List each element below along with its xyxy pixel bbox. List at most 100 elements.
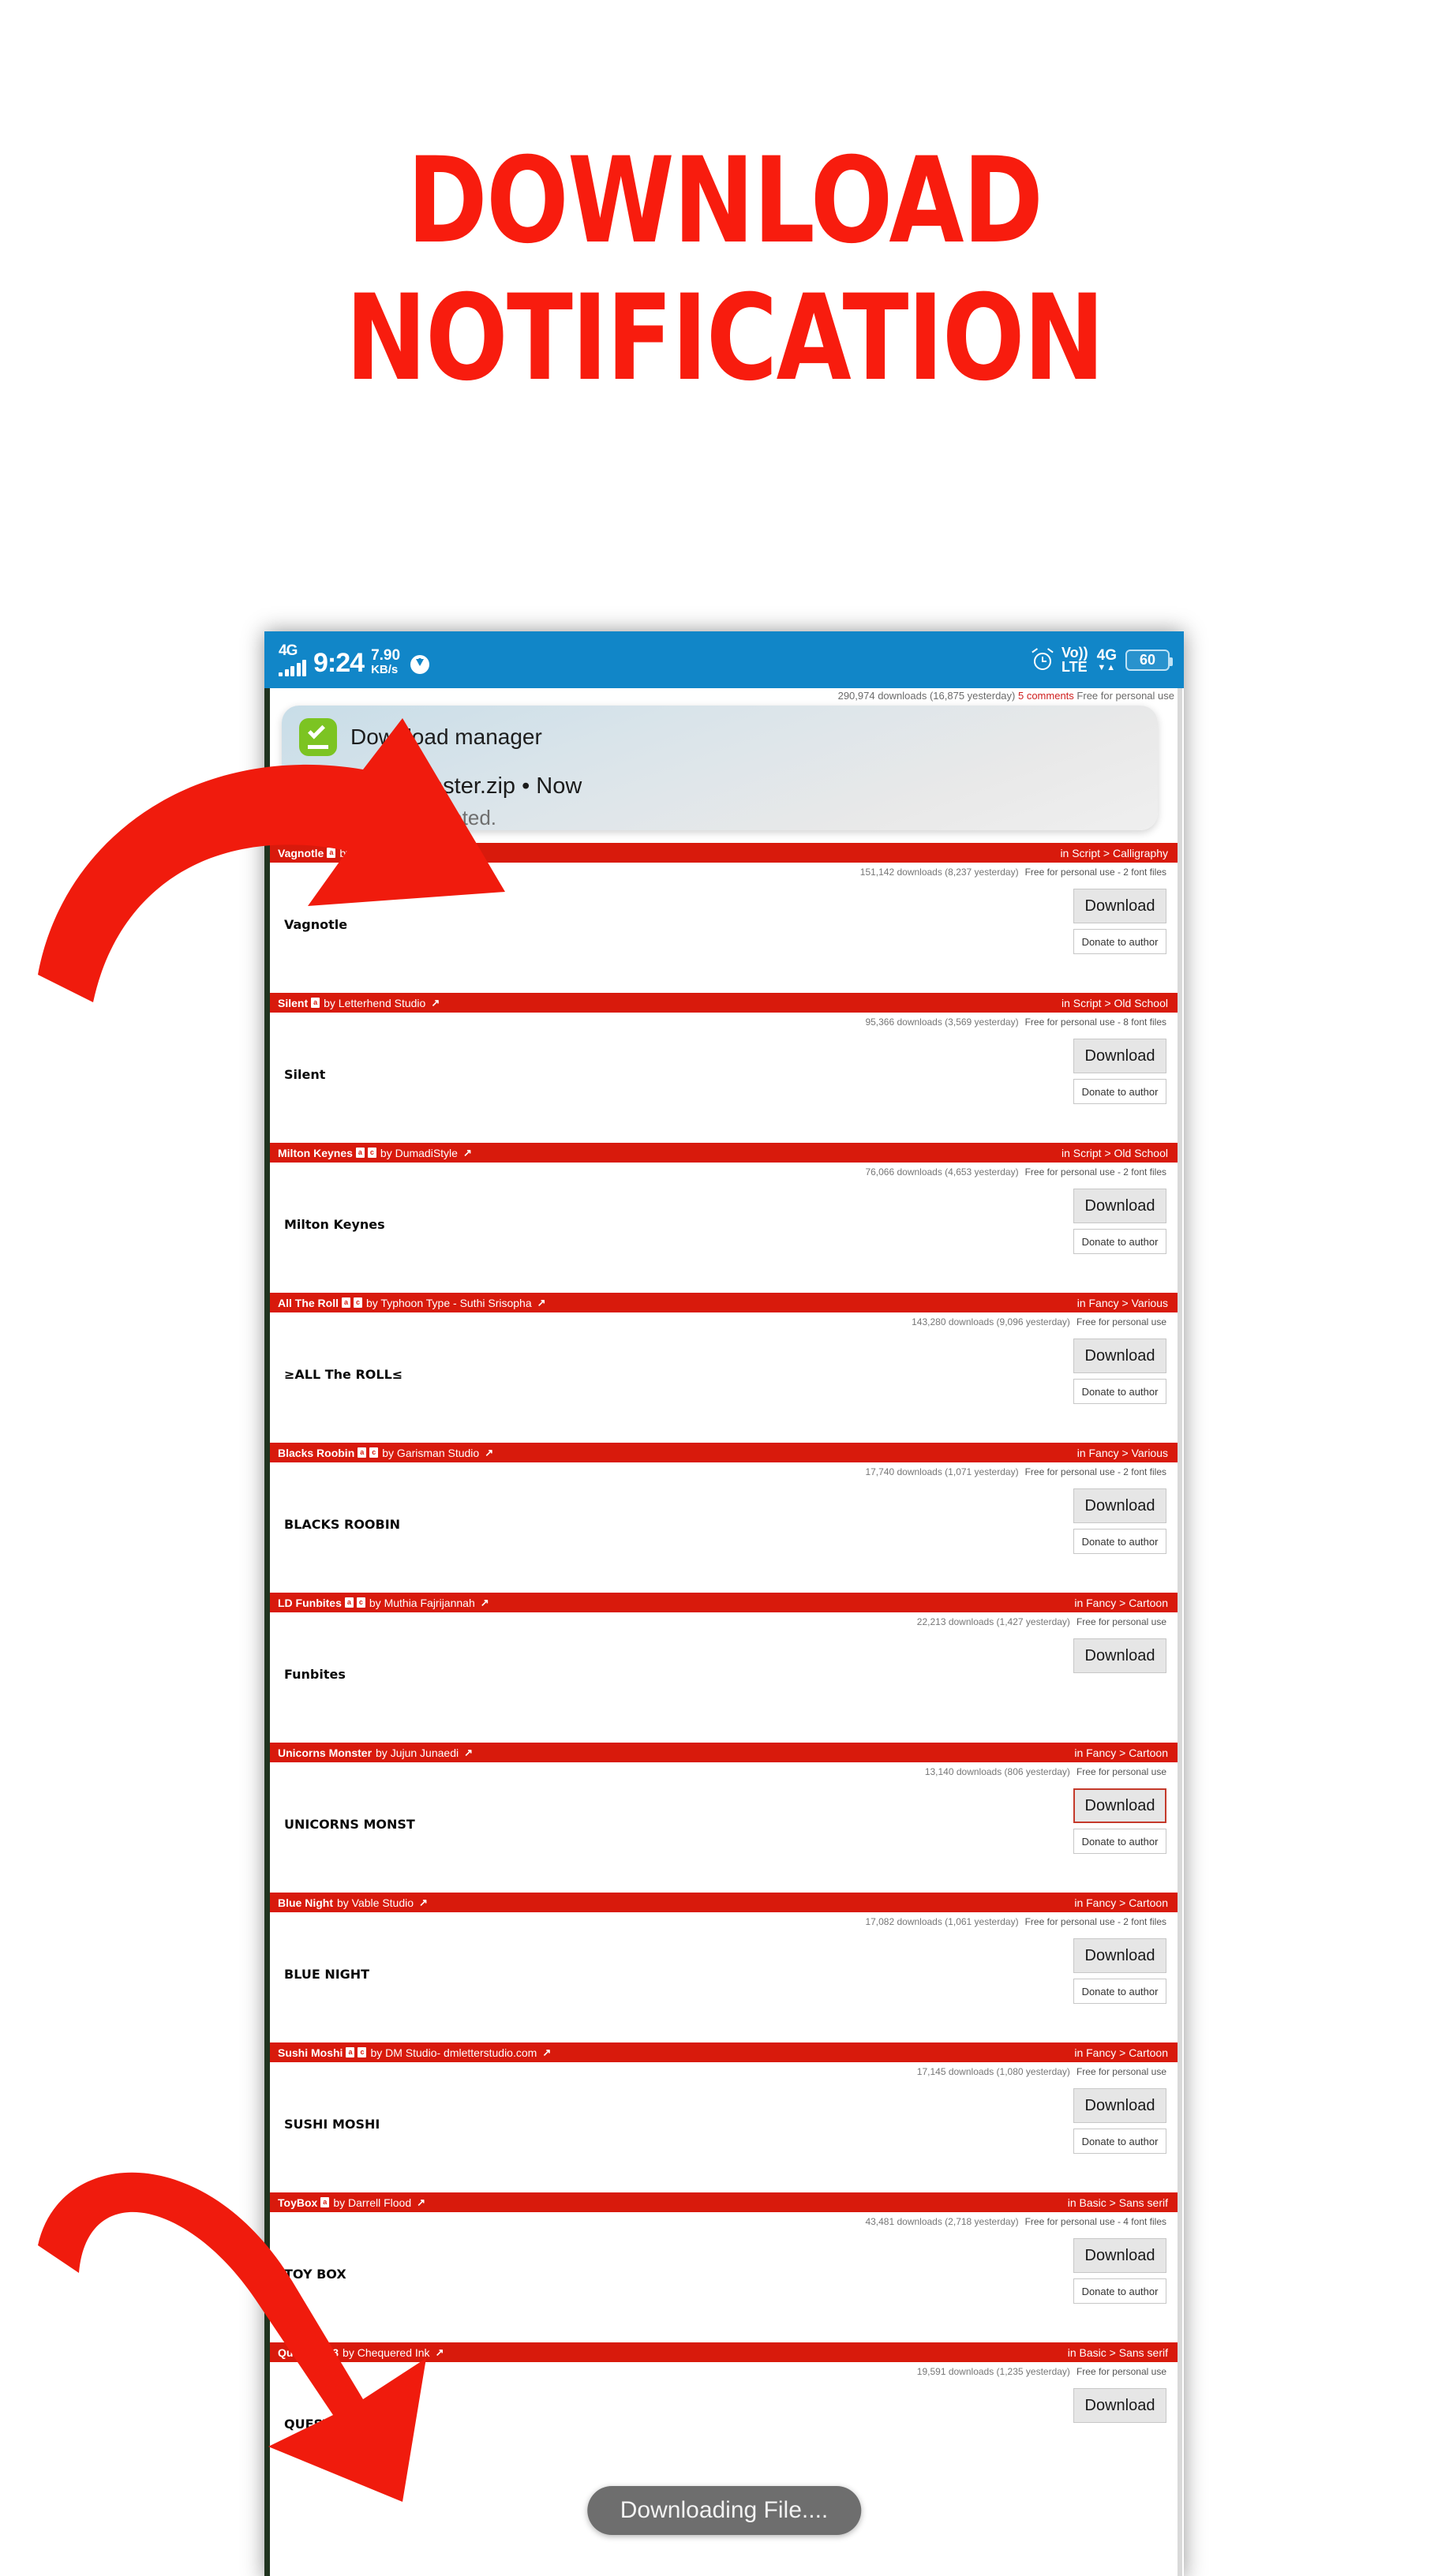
download-button[interactable]: Download (1073, 1039, 1166, 1073)
font-name[interactable]: LD Funbites (278, 1597, 342, 1609)
external-link-icon[interactable]: ↗ (457, 847, 466, 859)
browser-viewport: 290,974 downloads (16,875 yesterday) 5 c… (264, 688, 1184, 2576)
font-author[interactable]: by DM Studio- dmletterstudio.com (370, 2046, 537, 2059)
download-button[interactable]: Download (1073, 2088, 1166, 2123)
font-category[interactable]: in Basic > Sans serif (1068, 2346, 1168, 2359)
font-category[interactable]: in Basic > Sans serif (1068, 2196, 1168, 2209)
donate-to-author-button[interactable]: Donate to author (1073, 1829, 1166, 1854)
download-button[interactable]: Download (1073, 1938, 1166, 1973)
font-title-bar[interactable]: Sushi Moshi a c by DM Studio- dmletterstudi… (270, 2042, 1178, 2062)
font-list-item[interactable]: LD Funbites a c by Muthia Fajrijannah ↗ in Fa… (270, 1593, 1178, 1743)
external-link-icon[interactable]: ↗ (463, 1147, 472, 1159)
donate-to-author-button[interactable]: Donate to author (1073, 1379, 1166, 1404)
font-title-bar[interactable]: All The Roll a c by Typhoon Type - Suthi Sr… (270, 1293, 1178, 1312)
network-speed-value: 7.90 (371, 647, 401, 665)
external-link-icon[interactable]: ↗ (481, 1597, 489, 1609)
font-title-bar[interactable]: Questrian 3 by Chequered Ink ↗ in Basic > S… (270, 2342, 1178, 2362)
font-list-item[interactable]: Milton Keynes a c by DumadiStyle ↗ in Script … (270, 1143, 1178, 1293)
donate-to-author-button[interactable]: Donate to author (1073, 929, 1166, 954)
font-title-bar[interactable]: Vagnotle a by StringLabs Creative ↗ in Scrip… (270, 843, 1178, 863)
font-category[interactable]: in Script > Calligraphy (1060, 847, 1168, 859)
top-font-comments[interactable]: 5 comments (1018, 690, 1074, 702)
font-title-bar[interactable]: LD Funbites a c by Muthia Fajrijannah ↗ in Fa… (270, 1593, 1178, 1612)
font-author[interactable]: by Muthia Fajrijannah (369, 1597, 475, 1609)
font-sample-text: Milton Keynes (284, 1216, 385, 1232)
font-category[interactable]: in Fancy > Cartoon (1074, 1597, 1168, 1609)
font-title-bar[interactable]: Milton Keynes a c by DumadiStyle ↗ in Script … (270, 1143, 1178, 1163)
download-button[interactable]: Download (1073, 1638, 1166, 1673)
download-button[interactable]: Download (1073, 1189, 1166, 1223)
font-name[interactable]: Vagnotle (278, 847, 324, 859)
font-author[interactable]: by Jujun Junaedi (376, 1747, 459, 1759)
donate-to-author-button[interactable]: Donate to author (1073, 1079, 1166, 1104)
font-author[interactable]: by Darrell Flood (333, 2196, 411, 2209)
font-category[interactable]: in Fancy > Various (1077, 1447, 1168, 1459)
font-name[interactable]: Milton Keynes (278, 1147, 353, 1159)
font-author[interactable]: by DumadiStyle (380, 1147, 458, 1159)
external-link-icon[interactable]: ↗ (485, 1447, 493, 1459)
external-link-icon[interactable]: ↗ (537, 1297, 546, 1309)
font-title-bar[interactable]: Blue Night by Vable Studio ↗ in Fancy > Car… (270, 1893, 1178, 1912)
font-name[interactable]: All The Roll (278, 1297, 339, 1309)
font-name[interactable]: Unicorns Monster (278, 1747, 372, 1759)
font-list-item[interactable]: Blacks Roobin a c by Garisman Studio ↗ in Fan… (270, 1443, 1178, 1593)
download-notification[interactable]: Download manager unicorns_monster.zip • … (282, 706, 1158, 830)
external-link-icon[interactable]: ↗ (417, 2196, 425, 2209)
font-actions: Download Donate to author (1073, 1488, 1166, 1554)
font-name[interactable]: Sushi Moshi (278, 2046, 343, 2059)
font-sample-text: QUESTRIAN 3 (284, 2416, 380, 2432)
font-category[interactable]: in Fancy > Cartoon (1074, 2046, 1168, 2059)
font-list-item[interactable]: Blue Night by Vable Studio ↗ in Fancy > Car… (270, 1893, 1178, 2042)
donate-to-author-button[interactable]: Donate to author (1073, 2129, 1166, 2154)
page-scrollbar[interactable] (1178, 688, 1182, 2576)
font-name[interactable]: ToyBox (278, 2196, 317, 2209)
font-list-item[interactable]: Vagnotle a by StringLabs Creative ↗ in Scrip… (270, 843, 1178, 993)
font-category[interactable]: in Fancy > Cartoon (1074, 1896, 1168, 1909)
donate-to-author-button[interactable]: Donate to author (1073, 2278, 1166, 2304)
donate-to-author-button[interactable]: Donate to author (1073, 1529, 1166, 1554)
font-author[interactable]: by Letterhend Studio (324, 997, 425, 1009)
font-title-bar[interactable]: ToyBox a by Darrell Flood ↗ in Basic > Sans … (270, 2192, 1178, 2212)
external-link-icon[interactable]: ↗ (419, 1896, 428, 1909)
font-name[interactable]: Silent (278, 997, 308, 1009)
donate-to-author-button[interactable]: Donate to author (1073, 1979, 1166, 2004)
font-list-item[interactable]: Questrian 3 by Chequered Ink ↗ in Basic > S… (270, 2342, 1178, 2492)
download-button[interactable]: Download (1073, 1339, 1166, 1373)
font-list-item[interactable]: Sushi Moshi a c by DM Studio- dmletterstudi… (270, 2042, 1178, 2192)
font-category[interactable]: in Script > Old School (1061, 1147, 1168, 1159)
font-category[interactable]: in Fancy > Cartoon (1074, 1747, 1168, 1759)
external-link-icon[interactable]: ↗ (436, 2346, 444, 2359)
font-author[interactable]: by Typhoon Type - Suthi Srisopha (366, 1297, 532, 1309)
font-category[interactable]: in Script > Old School (1061, 997, 1168, 1009)
font-badge: c (354, 1297, 362, 1308)
font-author[interactable]: by Chequered Ink (343, 2346, 430, 2359)
font-title-bar[interactable]: Unicorns Monster by Jujun Junaedi ↗ in Fanc… (270, 1743, 1178, 1762)
font-list-item[interactable]: All The Roll a c by Typhoon Type - Suthi Sr… (270, 1293, 1178, 1443)
mobile-data-type: 4G (1096, 646, 1117, 664)
font-author[interactable]: by Garisman Studio (382, 1447, 479, 1459)
font-author[interactable]: by Vable Studio (337, 1896, 414, 1909)
download-button[interactable]: Download (1073, 2238, 1166, 2273)
donate-to-author-button[interactable]: Donate to author (1073, 1229, 1166, 1254)
external-link-icon[interactable]: ↗ (431, 997, 440, 1009)
font-author[interactable]: by StringLabs Creative (339, 847, 451, 859)
font-list-item[interactable]: Unicorns Monster by Jujun Junaedi ↗ in Fanc… (270, 1743, 1178, 1893)
download-button[interactable]: Download (1073, 1788, 1166, 1823)
download-button[interactable]: Download (1073, 2388, 1166, 2423)
font-name[interactable]: Blacks Roobin (278, 1447, 354, 1459)
battery-icon: 60 (1125, 649, 1173, 671)
download-button[interactable]: Download (1073, 889, 1166, 923)
font-category[interactable]: in Fancy > Various (1077, 1297, 1168, 1309)
external-link-icon[interactable]: ↗ (464, 1747, 473, 1759)
font-title-bar[interactable]: Blacks Roobin a c by Garisman Studio ↗ in Fan… (270, 1443, 1178, 1462)
status-bar: 4G 9:24 7.90 KB/s Vo)) LTE 4G ▼▲ 60 (264, 631, 1184, 688)
external-link-icon[interactable]: ↗ (542, 2046, 551, 2059)
font-name[interactable]: Questrian 3 (278, 2346, 339, 2359)
network-speed-unit: KB/s (371, 663, 399, 677)
font-title-bar[interactable]: Silent a by Letterhend Studio ↗ in Script > … (270, 993, 1178, 1013)
font-downloads: 17,082 downloads (1,061 yesterday) (865, 1916, 1019, 1927)
font-list-item[interactable]: ToyBox a by Darrell Flood ↗ in Basic > Sans … (270, 2192, 1178, 2342)
font-list-item[interactable]: Silent a by Letterhend Studio ↗ in Script > … (270, 993, 1178, 1143)
download-button[interactable]: Download (1073, 1488, 1166, 1523)
font-name[interactable]: Blue Night (278, 1896, 333, 1909)
